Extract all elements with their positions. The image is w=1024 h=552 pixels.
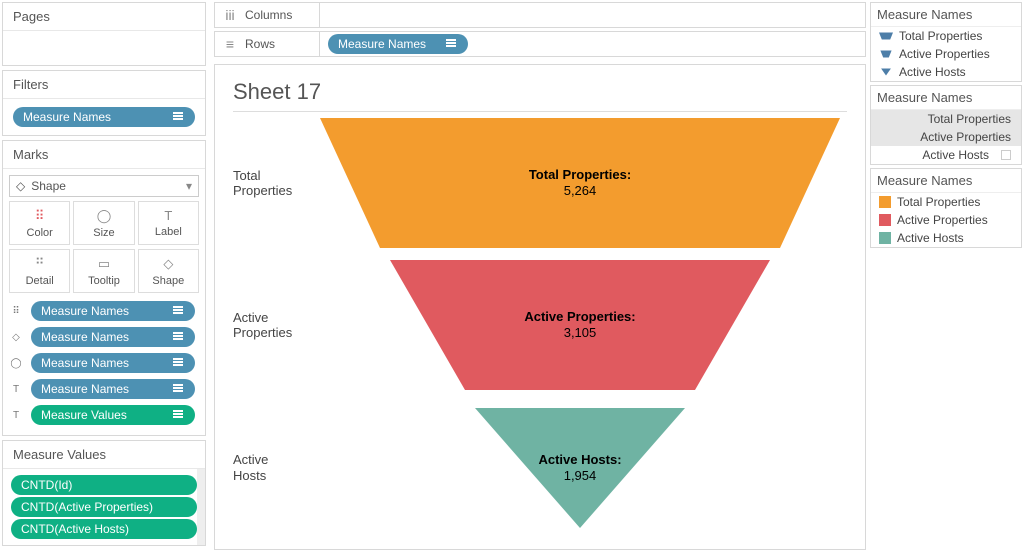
- legend-item[interactable]: Active Hosts: [871, 63, 1021, 81]
- sort-icon: [173, 332, 187, 342]
- pages-title: Pages: [3, 3, 205, 31]
- color-icon: ⠿: [9, 306, 23, 317]
- measure-values-card: Measure Values CNTD(Id) CNTD(Active Prop…: [2, 440, 206, 546]
- legend-title: Measure Names: [871, 86, 1021, 110]
- pages-card: Pages: [2, 2, 206, 66]
- mv-pill[interactable]: CNTD(Active Properties): [11, 497, 197, 517]
- marks-card: Marks ◇ Shape ▾ ⠿Color ◯Size TLabel ⠛Det…: [2, 140, 206, 436]
- sort-icon: [446, 39, 460, 49]
- sort-icon: [173, 112, 187, 122]
- filter-pill-measure-names[interactable]: Measure Names: [13, 107, 195, 127]
- mv-pill[interactable]: CNTD(Id): [11, 475, 197, 495]
- sheet-title: Sheet 17: [233, 79, 847, 112]
- size-button[interactable]: ◯Size: [73, 201, 134, 245]
- svg-text:Active Hosts:: Active Hosts:: [538, 452, 621, 467]
- shape-icon: ◇: [9, 332, 23, 343]
- highlight-box-icon: [1001, 150, 1011, 160]
- text-icon: T: [9, 410, 23, 421]
- measure-values-title: Measure Values: [3, 441, 205, 469]
- chevron-down-icon: ▾: [186, 179, 192, 193]
- shape-icon: ◇: [16, 179, 25, 193]
- encoding-pill[interactable]: Measure Names: [31, 353, 195, 373]
- sort-icon: [173, 384, 187, 394]
- shape-icon: ◇: [163, 256, 173, 272]
- legend-item[interactable]: Active Hosts: [871, 146, 1021, 164]
- rows-pill-measure-names[interactable]: Measure Names: [328, 34, 468, 54]
- legend-item[interactable]: Total Properties: [871, 27, 1021, 45]
- triangle-icon: [879, 67, 893, 77]
- left-panel: Pages Filters Measure Names Marks ◇ Shap…: [0, 0, 208, 552]
- filters-title: Filters: [3, 71, 205, 99]
- highlight-legend: Measure Names Total Properties Active Pr…: [870, 85, 1022, 165]
- center-panel: iii Columns ≡ Rows Measure Names Sheet 1…: [208, 0, 868, 552]
- encoding-pill[interactable]: Measure Names: [31, 327, 195, 347]
- legend-item[interactable]: Active Properties: [871, 128, 1021, 146]
- shape-legend: Measure Names Total Properties Active Pr…: [870, 2, 1022, 82]
- color-swatch: [879, 196, 891, 208]
- tooltip-button[interactable]: ▭Tooltip: [73, 249, 134, 293]
- viz-canvas: Sheet 17 TotalProperties Total Propertie…: [214, 64, 866, 550]
- mv-pill[interactable]: CNTD(Active Hosts): [11, 519, 197, 539]
- label-button[interactable]: TLabel: [138, 201, 199, 245]
- svg-text:1,954: 1,954: [564, 468, 597, 483]
- filters-card: Filters Measure Names: [2, 70, 206, 136]
- rows-shelf[interactable]: ≡ Rows Measure Names: [214, 31, 866, 57]
- funnel-segment[interactable]: Active Hosts:1,954: [475, 408, 685, 528]
- funnel-row-label: ActiveProperties: [233, 310, 313, 341]
- marks-title: Marks: [3, 141, 205, 169]
- marks-type-label: Shape: [31, 179, 66, 193]
- legend-title: Measure Names: [871, 3, 1021, 27]
- legend-item[interactable]: Active Properties: [871, 45, 1021, 63]
- columns-icon: iii: [215, 7, 245, 23]
- funnel-chart: TotalProperties Total Properties:5,264Ac…: [233, 112, 847, 539]
- svg-text:5,264: 5,264: [564, 183, 597, 198]
- legend-item[interactable]: Total Properties: [871, 193, 1021, 211]
- color-swatch: [879, 232, 891, 244]
- size-icon: ◯: [97, 208, 112, 224]
- text-icon: T: [9, 384, 23, 395]
- marks-type-select[interactable]: ◇ Shape ▾: [9, 175, 199, 197]
- detail-icon: ⠛: [35, 256, 45, 272]
- encoding-pill[interactable]: Measure Names: [31, 301, 195, 321]
- legend-item[interactable]: Total Properties: [871, 110, 1021, 128]
- svg-text:3,105: 3,105: [564, 325, 597, 340]
- color-legend: Measure Names Total PropertiesActive Pro…: [870, 168, 1022, 248]
- color-swatch: [879, 214, 891, 226]
- label-icon: T: [164, 208, 172, 223]
- sort-icon: [173, 358, 187, 368]
- filter-pill-label: Measure Names: [23, 110, 111, 124]
- funnel-row-label: TotalProperties: [233, 168, 313, 199]
- shape-button[interactable]: ◇Shape: [138, 249, 199, 293]
- svg-text:Active Properties:: Active Properties:: [524, 309, 635, 324]
- rows-label: Rows: [245, 37, 319, 51]
- size-icon: ◯: [9, 358, 23, 369]
- encoding-pill[interactable]: Measure Names: [31, 379, 195, 399]
- trapezoid-icon: [879, 31, 893, 41]
- funnel-segment[interactable]: Total Properties:5,264: [320, 118, 840, 248]
- detail-button[interactable]: ⠛Detail: [9, 249, 70, 293]
- encoding-pill[interactable]: Measure Values: [31, 405, 195, 425]
- rows-icon: ≡: [215, 36, 245, 52]
- legend-item[interactable]: Active Properties: [871, 211, 1021, 229]
- columns-label: Columns: [245, 8, 319, 22]
- trapezoid-icon: [879, 49, 893, 59]
- right-panel: Measure Names Total Properties Active Pr…: [868, 0, 1024, 552]
- sort-icon: [173, 410, 187, 420]
- sort-icon: [173, 306, 187, 316]
- tooltip-icon: ▭: [98, 256, 110, 272]
- scrollbar[interactable]: [197, 469, 205, 545]
- color-icon: ⠿: [35, 208, 45, 224]
- svg-text:Total Properties:: Total Properties:: [529, 167, 631, 182]
- funnel-segment[interactable]: Active Properties:3,105: [390, 260, 770, 390]
- funnel-row-label: ActiveHosts: [233, 452, 313, 483]
- columns-shelf[interactable]: iii Columns: [214, 2, 866, 28]
- legend-item[interactable]: Active Hosts: [871, 229, 1021, 247]
- legend-title: Measure Names: [871, 169, 1021, 193]
- color-button[interactable]: ⠿Color: [9, 201, 70, 245]
